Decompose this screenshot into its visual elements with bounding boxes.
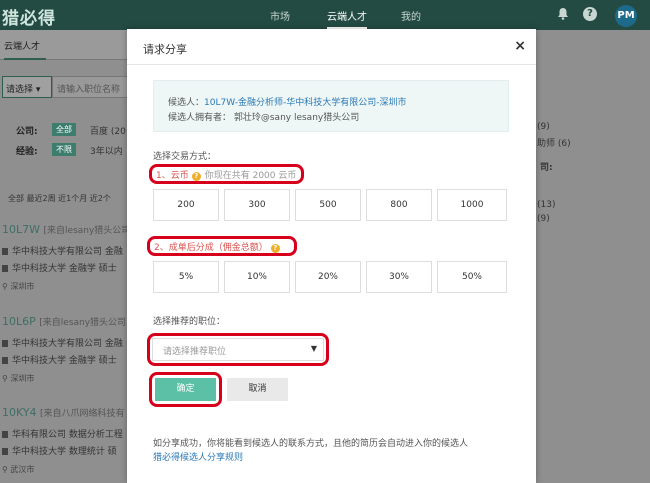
coin-option-title: 1、云币? 你现在共有 2000 云币 [156, 168, 296, 181]
time-filters[interactable]: 全部 最近2周 近1个月 近2个 [8, 193, 111, 204]
candidate-prefix: 候选人： [168, 98, 205, 108]
candidate-company: 华中科技大学有限公司 金融 [2, 336, 123, 349]
coin-balance-hint: 你现在共有 2000 云币 [204, 171, 297, 181]
candidate-line1: 华中科技大学有限公司 金融 [12, 339, 123, 349]
candidate-education: 华中科技大学 金融学 硕士 [2, 261, 117, 274]
candidate-company: 华中科技大学有限公司 金融 [2, 244, 123, 257]
trophy-icon [2, 448, 8, 455]
caret-down-icon: ▼ [310, 344, 317, 353]
divider [127, 64, 536, 65]
confirm-button[interactable]: 确定 [155, 378, 216, 401]
avatar[interactable]: PM [615, 5, 637, 27]
trophy-icon [2, 357, 8, 364]
candidate-title[interactable]: 10L6P [来自lesany猎头公司 [2, 315, 126, 328]
candidate-info-box: 候选人：10L7W-金融分析师-华中科技大学有限公司-深圳市 候选人拥有者： 郭… [153, 80, 509, 132]
candidate-location: ⚲ 深圳市 [2, 282, 35, 291]
app-logo[interactable]: 猎必得 [2, 4, 56, 29]
candidate-line2: 华中科技大学 金融学 硕士 [12, 264, 117, 274]
location-text: 深圳市 [10, 374, 35, 383]
company-filter-label: 公司: [16, 127, 38, 137]
building-icon [2, 340, 8, 347]
bell-icon[interactable] [556, 7, 570, 21]
percent-option-10[interactable]: 10% [224, 261, 290, 293]
share-request-modal: 请求分享 × 候选人：10L7W-金融分析师-华中科技大学有限公司-深圳市 候选… [127, 29, 536, 483]
location-text: 深圳市 [10, 282, 35, 291]
help-icon[interactable]: ? [583, 7, 597, 21]
share-rules-link[interactable]: 猎必得候选人分享规则 [153, 450, 243, 463]
building-icon [2, 248, 8, 255]
experience-filter-option[interactable]: 3年以内 [90, 144, 123, 157]
nav-market[interactable]: 市场 [270, 8, 290, 23]
coin-option-500[interactable]: 500 [295, 189, 361, 221]
coin-option-1000[interactable]: 1000 [437, 189, 507, 221]
candidate-education: 华中科技大学 数理统计 硕 [2, 444, 117, 457]
right-filter-count[interactable]: 助师 (6) [537, 136, 571, 149]
tab-underline [4, 58, 46, 60]
trophy-icon [2, 265, 8, 272]
experience-filter-any[interactable]: 不限 [52, 143, 76, 156]
experience-filter-label: 经验: [16, 147, 38, 157]
nav-cloud-talent[interactable]: 云端人才 [327, 8, 367, 29]
candidate-id: 10L7W [2, 223, 41, 236]
question-icon[interactable]: ? [270, 244, 280, 253]
percent-option-5[interactable]: 5% [153, 261, 219, 293]
candidate-education: 华中科技大学 金融学 硕士 [2, 353, 117, 366]
company-filter-option[interactable]: 百度 (20 [90, 124, 126, 137]
candidate-id: 10L6P [2, 315, 36, 328]
candidate-source: [来自八爪网络科技有 [40, 409, 125, 419]
category-select[interactable]: 请选择 ▾ [2, 76, 52, 98]
candidate-location: ⚲ 深圳市 [2, 374, 35, 383]
location-text: 武汉市 [10, 465, 35, 474]
company-filter-all[interactable]: 全部 [52, 123, 76, 136]
percent-option-20[interactable]: 20% [295, 261, 361, 293]
right-filter-count[interactable]: (13) [537, 200, 555, 210]
percent-option-30[interactable]: 30% [366, 261, 432, 293]
candidate-source: [来自lesany猎头公司 [43, 226, 131, 236]
cancel-button[interactable]: 取消 [227, 378, 288, 401]
tab-cloud-talent[interactable]: 云端人才 [0, 30, 128, 60]
close-icon[interactable]: × [514, 38, 526, 54]
candidate-company: 华科有限公司 数据分析工程 [2, 427, 123, 440]
right-filter-label: 司: [540, 163, 553, 173]
building-icon [2, 431, 8, 438]
right-filter-count[interactable]: (9) [537, 214, 550, 224]
trade-method-label: 选择交易方式： [153, 152, 217, 162]
candidate-location: ⚲ 武汉市 [2, 465, 35, 474]
question-icon[interactable]: ? [191, 172, 201, 181]
candidate-line2: 华中科技大学 数理统计 硕 [12, 447, 117, 457]
percent-option-50[interactable]: 50% [437, 261, 507, 293]
candidate-source: [来自lesany猎头公司 [39, 318, 127, 328]
nav-mine[interactable]: 我的 [401, 8, 421, 23]
candidate-owner: 候选人拥有者： 郭壮玲@sany lesany猎头公司 [168, 113, 360, 123]
candidate-title[interactable]: 10KY4 [来自八爪网络科技有 [2, 406, 125, 419]
tab-label: 云端人才 [4, 42, 41, 52]
top-navbar: 猎必得 市场 云端人才 我的 ? PM [0, 0, 650, 30]
position-placeholder: 请选择推荐职位 [163, 347, 227, 357]
candidate-line1: 华科有限公司 数据分析工程 [12, 430, 123, 440]
coin-option-200[interactable]: 200 [153, 189, 219, 221]
candidate-line2: 华中科技大学 金融学 硕士 [12, 356, 117, 366]
coin-option-800[interactable]: 800 [366, 189, 432, 221]
candidate-id: 10KY4 [2, 406, 37, 419]
commission-option-label: 2、成单后分成（佣金总额） [154, 243, 268, 253]
position-select[interactable]: 请选择推荐职位 ▼ [152, 338, 324, 361]
candidate-line1: 华中科技大学有限公司 金融 [12, 247, 123, 257]
right-filter-count[interactable]: (9) [537, 122, 550, 132]
candidate-row: 候选人：10L7W-金融分析师-华中科技大学有限公司-深圳市 [168, 95, 407, 108]
search-input[interactable]: 请输入职位名称 [52, 76, 128, 98]
commission-option-title: 2、成单后分成（佣金总额）? [154, 240, 280, 253]
share-note: 如分享成功，你将能看到候选人的联系方式，且他的简历会自动进入你的候选人 [153, 439, 469, 449]
candidate-link[interactable]: 10L7W-金融分析师-华中科技大学有限公司-深圳市 [204, 98, 406, 108]
coin-option-300[interactable]: 300 [224, 189, 290, 221]
position-label: 选择推荐的职位： [153, 317, 226, 327]
coin-option-label: 1、云币 [156, 171, 189, 181]
modal-title: 请求分享 [143, 43, 187, 56]
candidate-title[interactable]: 10L7W [来自lesany猎头公司 [2, 223, 130, 236]
